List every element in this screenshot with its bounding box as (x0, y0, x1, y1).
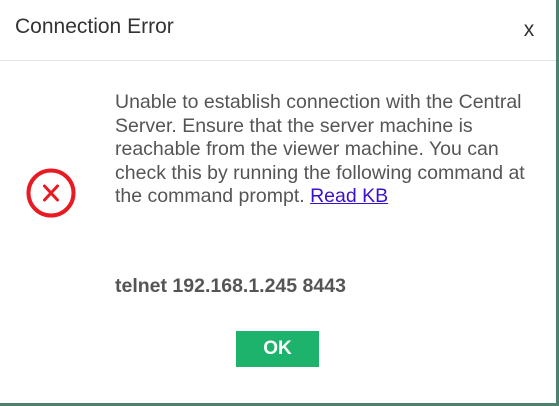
error-message: Unable to establish connection with the … (115, 91, 535, 209)
connection-error-dialog: Connection Error x Unable to establish c… (0, 0, 556, 403)
ok-button[interactable]: OK (236, 331, 319, 367)
error-icon (26, 168, 76, 218)
close-button[interactable]: x (517, 18, 541, 42)
dialog-header: Connection Error x (0, 0, 556, 61)
telnet-command: telnet 192.168.1.245 8443 (115, 275, 346, 297)
read-kb-link[interactable]: Read KB (310, 185, 388, 207)
dialog-title: Connection Error (15, 15, 174, 38)
